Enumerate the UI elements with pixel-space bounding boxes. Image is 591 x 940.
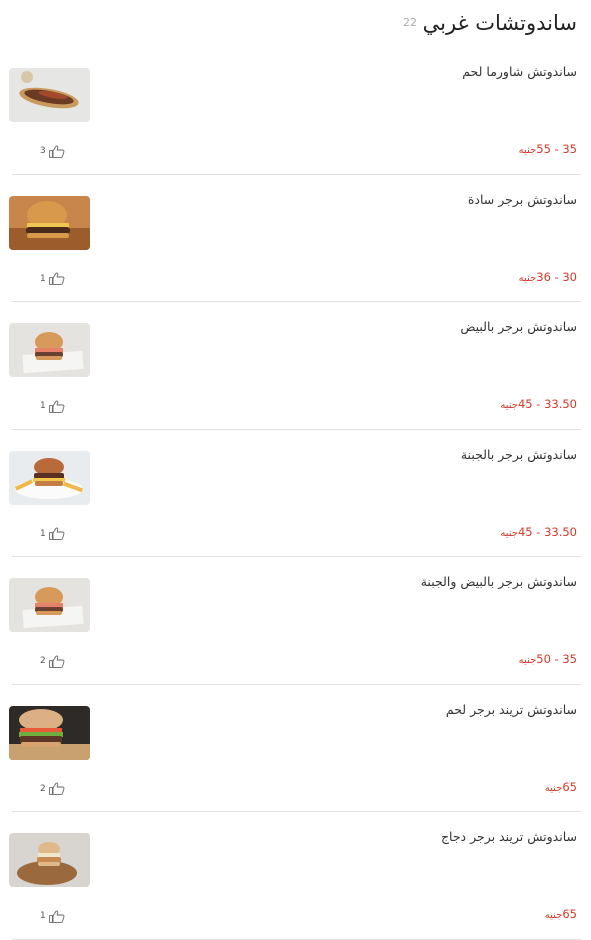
price-currency: جنيه xyxy=(500,527,518,539)
price-currency: جنيه xyxy=(500,400,518,411)
price-currency: جنيه xyxy=(518,145,537,156)
price-currency: جنيه xyxy=(518,272,537,284)
menu-item-price: 35 - 50جنيه xyxy=(519,652,577,666)
price-value: 33.50 - 45 xyxy=(517,397,577,411)
thumbs-up-icon xyxy=(48,527,65,540)
like-count: 1 xyxy=(40,401,46,411)
price-currency: جنيه xyxy=(544,910,563,921)
menu-list: ساندوتش شاورما لحم 35 - 55جنيه 3 ساندوتش… xyxy=(0,47,591,940)
menu-item-name[interactable]: ساندوتش شاورما لحم xyxy=(462,64,577,79)
menu-item-name[interactable]: ساندوتش تريند برجر دجاج xyxy=(441,829,577,844)
menu-item-1[interactable]: ساندوتش شاورما لحم 35 - 55جنيه 3 xyxy=(0,47,591,175)
menu-item-image[interactable] xyxy=(9,450,90,505)
like-button[interactable]: 1 xyxy=(40,909,65,923)
thumbs-up-icon xyxy=(48,400,65,413)
menu-item-2[interactable]: ساندوتش برجر سادة 30 - 36جنيه 1 xyxy=(0,175,591,302)
menu-item-price: 33.50 - 45جنيه xyxy=(500,525,577,539)
price-currency: جنيه xyxy=(544,782,563,794)
menu-item-6[interactable]: ساندوتش تريند برجر لحم 65جنيه 2 xyxy=(0,685,591,812)
thumbs-up-icon xyxy=(48,272,65,285)
price-value: 65 xyxy=(562,779,577,794)
section-header: ساندوتشات غربي 22 xyxy=(14,8,577,42)
menu-item-name[interactable]: ساندوتش برجر سادة xyxy=(468,192,577,207)
menu-item-image[interactable] xyxy=(9,195,90,250)
menu-item-image[interactable] xyxy=(9,323,90,377)
menu-item-price: 65جنيه xyxy=(545,907,577,921)
menu-item-price: 35 - 55جنيه xyxy=(519,142,577,156)
like-count: 2 xyxy=(40,656,46,666)
menu-item-name[interactable]: ساندوتش تريند برجر لحم xyxy=(446,702,577,717)
menu-item-price: 30 - 36جنيه xyxy=(519,270,577,284)
menu-item-7[interactable]: ساندوتش تريند برجر دجاج 65جنيه 1 xyxy=(0,812,591,940)
like-count: 2 xyxy=(40,783,46,794)
thumbs-up-icon xyxy=(48,655,65,668)
menu-item-name[interactable]: ساندوتش برجر بالبيض xyxy=(460,319,577,334)
section-title: ساندوتشات غربي xyxy=(422,11,577,35)
menu-item-name[interactable]: ساندوتش برجر بالجبنة xyxy=(461,447,577,462)
price-value: 35 - 55 xyxy=(536,142,577,156)
like-count: 1 xyxy=(40,273,46,284)
price-currency: جنيه xyxy=(518,655,537,666)
thumbs-up-icon xyxy=(48,782,65,795)
like-button[interactable]: 1 xyxy=(40,272,65,286)
thumbs-up-icon xyxy=(48,910,65,923)
like-button[interactable]: 1 xyxy=(40,399,65,413)
menu-item-price: 33.50 - 45جنيه xyxy=(500,397,577,411)
like-button[interactable]: 2 xyxy=(40,782,65,796)
like-button[interactable]: 1 xyxy=(40,527,65,541)
thumbs-up-icon xyxy=(48,145,65,158)
like-button[interactable]: 3 xyxy=(40,144,65,158)
like-count: 3 xyxy=(40,146,46,156)
menu-item-name[interactable]: ساندوتش برجر بالبيض والجبنة xyxy=(421,574,577,589)
menu-item-image[interactable] xyxy=(9,68,90,122)
menu-item-price: 65جنيه xyxy=(545,780,577,794)
like-button[interactable]: 2 xyxy=(40,654,65,668)
menu-item-3[interactable]: ساندوتش برجر بالبيض 33.50 - 45جنيه 1 xyxy=(0,302,591,430)
menu-page: ساندوتشات غربي 22 ساندوتش شاورما لحم 35 … xyxy=(0,0,591,940)
menu-item-image[interactable] xyxy=(9,578,90,632)
menu-item-image[interactable] xyxy=(9,705,90,760)
item-divider xyxy=(12,938,581,940)
price-value: 33.50 - 45 xyxy=(517,524,577,539)
menu-item-5[interactable]: ساندوتش برجر بالبيض والجبنة 35 - 50جنيه … xyxy=(0,557,591,685)
price-value: 65 xyxy=(562,907,577,921)
menu-item-image[interactable] xyxy=(9,833,90,887)
menu-item-4[interactable]: ساندوتش برجر بالجبنة 33.50 - 45جنيه 1 xyxy=(0,430,591,557)
price-value: 35 - 50 xyxy=(536,652,577,666)
item-count: 22 xyxy=(403,16,417,29)
like-count: 1 xyxy=(40,911,46,921)
price-value: 30 - 36 xyxy=(536,269,577,284)
like-count: 1 xyxy=(40,528,46,539)
